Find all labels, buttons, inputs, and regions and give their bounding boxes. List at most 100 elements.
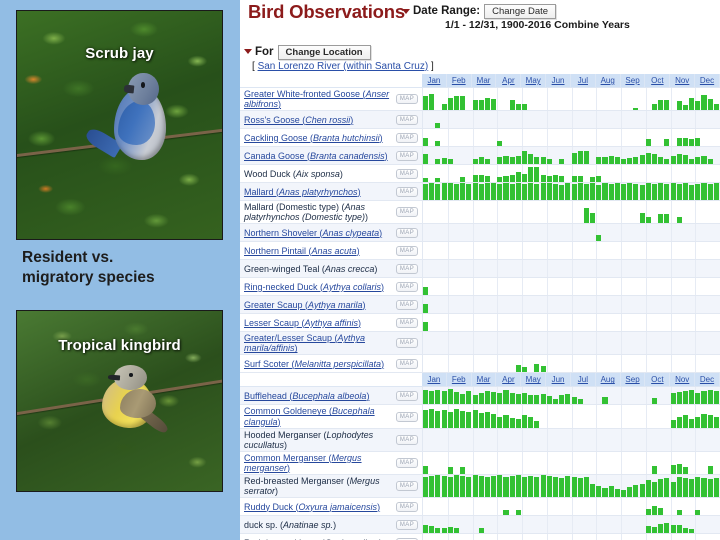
map-button[interactable]: MAP — [395, 263, 419, 274]
map-button[interactable]: MAP — [395, 281, 419, 292]
species-link[interactable]: Red-breasted Merganser (Mergus serrator) — [244, 476, 390, 496]
frequency-bar — [651, 397, 657, 405]
species-link[interactable]: Hooded Merganser (Lophodytes cucullatus) — [244, 430, 390, 450]
species-link[interactable]: Northern Pintail (Anas acuta) — [244, 246, 360, 256]
month-header-jul[interactable]: Jul — [571, 373, 596, 387]
species-link[interactable]: Lesser Scaup (Aythya affinis) — [244, 318, 361, 328]
frequency-bar — [522, 392, 528, 405]
month-header-jan[interactable]: Jan — [422, 373, 447, 387]
species-link[interactable]: Greater Scaup (Aythya marila) — [244, 300, 365, 310]
species-scientific-name: Aythya affinis — [304, 317, 358, 328]
month-header-mar[interactable]: Mar — [472, 74, 497, 87]
species-scientific-name: Aythya marila — [308, 299, 363, 310]
species-link[interactable]: Mallard (Domestic type) (Anas platyrhync… — [244, 202, 390, 222]
species-link[interactable]: Mallard (Anas platyrhynchos) — [244, 187, 361, 197]
map-button[interactable]: MAP — [395, 299, 419, 310]
month-header-apr[interactable]: Apr — [496, 373, 522, 387]
species-link[interactable]: Greater/Lesser Scaup (Aythya marila/affi… — [244, 333, 390, 353]
month-header-mar[interactable]: Mar — [472, 373, 497, 387]
map-button[interactable]: MAP — [395, 150, 419, 161]
month-header-aug[interactable]: Aug — [596, 373, 621, 387]
month-header-nov[interactable]: Nov — [670, 74, 696, 87]
frequency-bar — [509, 393, 515, 405]
map-button[interactable]: MAP — [395, 338, 419, 349]
species-link[interactable]: duck sp. (Anatinae sp.) — [244, 520, 336, 530]
species-link[interactable]: Common Merganser (Mergus merganser) — [244, 453, 390, 473]
map-button[interactable]: MAP — [395, 114, 419, 125]
map-button[interactable]: MAP — [395, 317, 419, 328]
frequency-bar — [682, 390, 688, 405]
map-button[interactable]: MAP — [395, 245, 419, 256]
month-header-jun[interactable]: Jun — [546, 74, 571, 87]
month-header-dec[interactable]: Dec — [695, 74, 720, 87]
chevron-down-icon[interactable] — [244, 49, 252, 55]
species-link[interactable]: Wood Duck (Aix sponsa) — [244, 169, 343, 179]
species-link[interactable]: Canada Goose (Branta canadensis) — [244, 151, 388, 161]
month-header-feb[interactable]: Feb — [447, 373, 472, 387]
frequency-bar — [689, 159, 695, 165]
map-button[interactable]: MAP — [395, 519, 419, 530]
location-link[interactable]: San Lorenzo River (within Santa Cruz) — [258, 61, 429, 72]
map-button[interactable]: MAP — [395, 207, 419, 218]
frequency-bar — [559, 159, 565, 165]
month-header-sep[interactable]: Sep — [621, 373, 646, 387]
map-button[interactable]: MAP — [395, 94, 419, 105]
change-date-button[interactable]: Change Date — [484, 4, 557, 19]
map-button[interactable]: MAP — [395, 457, 419, 468]
map-button[interactable]: MAP — [395, 501, 419, 512]
month-header-jun[interactable]: Jun — [546, 373, 571, 387]
month-header-feb[interactable]: Feb — [447, 74, 472, 87]
month-header-row: Jan Feb Mar Apr May Jun Jul Aug Sep Oct Nov Dec — [240, 74, 720, 88]
left-photo-panel: Scrub jay Resident vs. migratory species… — [0, 0, 240, 540]
species-link[interactable]: Northern Shoveler (Anas clypeata) — [244, 228, 382, 238]
frequency-bar — [453, 391, 459, 405]
month-header-apr[interactable]: Apr — [496, 74, 522, 87]
species-link[interactable]: Bufflehead (Bucephala albeola) — [244, 391, 369, 401]
month-header-oct[interactable]: Oct — [645, 74, 671, 87]
map-button[interactable]: MAP — [395, 481, 419, 492]
month-header-sep[interactable]: Sep — [621, 74, 646, 87]
month-header-jan[interactable]: Jan — [422, 74, 447, 87]
map-button[interactable]: MAP — [395, 434, 419, 445]
month-header-may[interactable]: May — [521, 74, 547, 87]
species-link[interactable]: Ring-necked Duck (Aythya collaris) — [244, 282, 384, 292]
frequency-bar — [571, 477, 577, 498]
chevron-down-icon[interactable] — [402, 8, 410, 14]
map-button[interactable]: MAP — [395, 168, 419, 179]
month-header-oct[interactable]: Oct — [645, 373, 671, 387]
month-header-may[interactable]: May — [521, 373, 547, 387]
map-button[interactable]: MAP — [395, 227, 419, 238]
frequency-bar — [447, 389, 453, 405]
map-button[interactable]: MAP — [395, 411, 419, 422]
month-header-aug[interactable]: Aug — [596, 74, 621, 87]
frequency-bar — [503, 183, 509, 201]
map-button[interactable]: MAP — [395, 358, 419, 369]
map-button-cell: MAP — [392, 129, 422, 146]
month-header-jul[interactable]: Jul — [571, 74, 596, 87]
frequency-bar — [689, 479, 695, 498]
map-button[interactable]: MAP — [395, 132, 419, 143]
month-header-dec[interactable]: Dec — [695, 373, 720, 387]
table-row: Common Merganser (Mergus merganser) MAP — [240, 451, 720, 475]
species-link[interactable]: Common Goldeneye (Bucephala clangula) — [244, 406, 390, 426]
species-link[interactable]: Green-winged Teal (Anas crecca) — [244, 264, 377, 274]
species-link[interactable]: Surf Scoter (Melanitta perspicillata) — [244, 359, 384, 369]
change-location-button[interactable]: Change Location — [277, 45, 371, 60]
species-link[interactable]: Ruddy Duck (Oxyura jamaicensis) — [244, 502, 380, 512]
frequency-bar — [689, 390, 695, 405]
species-scientific-name: Mergus merganser — [244, 452, 362, 473]
bar-series — [423, 332, 720, 354]
map-button[interactable]: MAP — [395, 390, 419, 401]
frequency-bar — [670, 392, 676, 405]
month-header-nov[interactable]: Nov — [670, 373, 696, 387]
species-link[interactable]: Ross's Goose (Chen rossii) — [244, 115, 353, 125]
species-link[interactable]: Greater White-fronted Goose (Anser albif… — [244, 89, 390, 109]
frequency-bar — [484, 183, 490, 201]
bar-series — [423, 355, 720, 373]
frequency-bar-cell — [422, 224, 720, 242]
frequency-bar — [676, 525, 682, 534]
table-row: duck sp. (Anatinae sp.) MAP — [240, 516, 720, 535]
species-link[interactable]: Cackling Goose (Branta hutchinsii) — [244, 133, 383, 143]
frequency-bar-cell — [422, 147, 720, 165]
map-button[interactable]: MAP — [395, 186, 419, 197]
